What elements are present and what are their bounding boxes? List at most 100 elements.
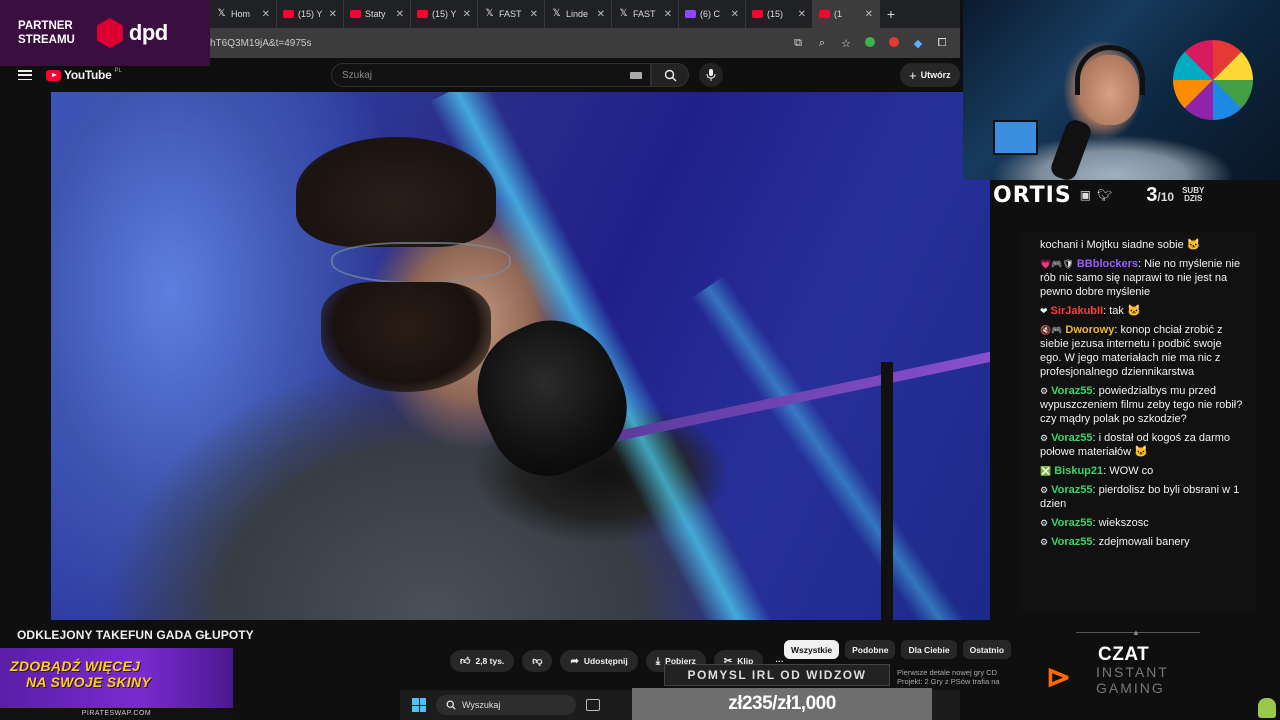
browser-tab[interactable]: 𝕏 Linde ✕	[545, 0, 612, 28]
chat-message: 💗🎮🛡 BBblockers: Nie no myślenie nie rób n…	[1040, 257, 1246, 299]
social-icons: ▣ 🐦︎	[1080, 188, 1113, 202]
dislike-button[interactable]: 👎︎	[522, 650, 553, 672]
android-icon	[1258, 698, 1276, 718]
browser-tab[interactable]: (1 ✕	[813, 0, 880, 28]
browser-tab[interactable]: (15) Y ✕	[411, 0, 478, 28]
close-tab-icon[interactable]: ✕	[463, 9, 471, 20]
chat-badge-icon: ⚙	[1040, 518, 1049, 528]
taskbar-search[interactable]: Wyszukaj	[436, 695, 576, 715]
browser-tab-label: Hom	[231, 9, 251, 19]
webcam-microphone	[1048, 117, 1094, 180]
close-tab-icon[interactable]: ✕	[664, 9, 672, 20]
task-view-icon[interactable]	[586, 699, 600, 711]
chat-username[interactable]: BBblockers	[1077, 258, 1138, 270]
zoom-icon[interactable]: ⌕	[816, 37, 828, 50]
filter-chip[interactable]: Ostatnio	[962, 640, 1012, 659]
chat-badge-icon: ❤	[1040, 306, 1048, 316]
browser-tab[interactable]: (15) Y ✕	[277, 0, 344, 28]
browser-tab-label: FAST	[499, 9, 522, 19]
dpd-cube-icon	[96, 18, 123, 48]
install-app-icon[interactable]: ⧉	[792, 37, 804, 50]
share-button[interactable]: ➦ Udostępnij	[560, 650, 638, 672]
chat-username[interactable]: Voraz55	[1051, 536, 1092, 548]
browser-tab-label: (15) Y	[432, 9, 457, 19]
chat-username[interactable]: Voraz55	[1051, 432, 1092, 444]
browser-tab-label: FAST	[633, 9, 656, 19]
browser-tab[interactable]: 𝕏 Hom ✕	[210, 0, 277, 28]
chat-message: ⚙ Voraz55: i dostał od kogoś za darmo poł…	[1040, 431, 1246, 459]
chat-username[interactable]: Voraz55	[1051, 385, 1092, 397]
close-tab-icon[interactable]: ✕	[530, 9, 538, 20]
chat-username[interactable]: Voraz55	[1051, 517, 1092, 529]
recommendation-chips: Wszystkie Podobne Dla Ciebie Ostatnio	[784, 640, 1012, 659]
filter-chip[interactable]: Wszystkie	[784, 640, 840, 659]
browser-tab[interactable]: (6) C ✕	[679, 0, 746, 28]
windows-start-icon[interactable]	[412, 698, 426, 712]
microphone-icon	[706, 69, 716, 81]
browser-tab-label: Staty	[365, 9, 386, 19]
close-tab-icon[interactable]: ✕	[396, 9, 404, 20]
extension-gem-icon[interactable]: ◆	[912, 37, 924, 50]
pirateswap-promo: ZDOBĄDŹ WIĘCEJ NA SWOJE SKINY PIRATESWAP…	[0, 648, 233, 720]
extension-record-icon[interactable]	[888, 36, 900, 50]
thumbs-up-icon: 👍︎	[460, 656, 471, 667]
chat-username[interactable]: SirJakubII	[1051, 305, 1104, 317]
subs-counter: 3/10	[1146, 184, 1174, 207]
close-tab-icon[interactable]: ✕	[798, 9, 806, 20]
share-icon: ➦	[570, 655, 579, 667]
create-button[interactable]: + Utwórz	[900, 63, 960, 87]
chat-logo-brand-line1: INSTANT	[1096, 664, 1169, 680]
chat-username[interactable]: Voraz55	[1051, 484, 1092, 496]
background-monitor	[993, 120, 1038, 155]
youtube-logo[interactable]: YouTube PL	[46, 68, 122, 82]
browser-tab-label: (15)	[767, 9, 784, 19]
filter-chip[interactable]: Dla Ciebie	[901, 640, 957, 659]
url-field[interactable]: hT6Q3M19jA&t=4975s	[210, 38, 792, 49]
caret-up-icon: ▲	[1132, 628, 1140, 637]
twitch-icon: ▣	[1079, 188, 1092, 202]
youtube-play-icon	[46, 69, 61, 81]
browser-tab-label: (1	[834, 9, 843, 19]
chat-badge-icon: 💗🎮🛡	[1040, 259, 1074, 269]
voice-search-button[interactable]	[699, 63, 723, 87]
chat-username[interactable]: Dworowy	[1065, 324, 1114, 336]
chat-message: 🔇🎮 Dworowy: konop chciał zrobić z siebie …	[1040, 323, 1246, 379]
browser-tab[interactable]: 𝕏 FAST ✕	[612, 0, 679, 28]
keyboard-icon[interactable]	[630, 72, 642, 79]
chat-badge-icon: ⚙	[1040, 485, 1049, 495]
browser-tab-label: (6) C	[700, 9, 720, 19]
chat-text: zdejmowali banery	[1098, 536, 1190, 548]
partner-line1: PARTNER	[18, 20, 73, 32]
chat-logo-title: CZAT	[1098, 644, 1150, 665]
extension-shield-icon[interactable]	[864, 36, 876, 50]
webcam-feed	[963, 0, 1280, 180]
close-tab-icon[interactable]: ✕	[597, 9, 605, 20]
search-input[interactable]: Szukaj	[331, 63, 651, 87]
close-tab-icon[interactable]: ✕	[262, 9, 270, 20]
browser-tab[interactable]: (15) ✕	[746, 0, 813, 28]
search-button[interactable]	[651, 63, 689, 87]
close-tab-icon[interactable]: ✕	[865, 9, 873, 20]
person-hair	[296, 137, 496, 247]
chat-badge-icon: ⚙	[1040, 433, 1049, 443]
video-player[interactable]	[51, 92, 990, 620]
x-favicon-icon: 𝕏	[619, 8, 628, 19]
chat-message: ⚙ Voraz55: pierdolisz bo byli obsrani w 1…	[1040, 483, 1246, 511]
promo-line2: NA SWOJE SKINY	[26, 674, 152, 690]
close-tab-icon[interactable]: ✕	[731, 9, 739, 20]
chat-username[interactable]: Biskup21	[1054, 465, 1103, 477]
like-count: 2,8 tys.	[475, 656, 505, 666]
browser-tab[interactable]: 𝕏 FAST ✕	[478, 0, 545, 28]
search-icon	[446, 700, 456, 710]
browser-tab[interactable]: Staty ✕	[344, 0, 411, 28]
bookmark-star-icon[interactable]: ☆	[840, 37, 852, 50]
headset	[1075, 45, 1145, 95]
instant-gaming-chat-logo: ▲ ⊳ CZAT INSTANT GAMING	[1046, 628, 1246, 700]
filter-chip[interactable]: Podobne	[845, 640, 896, 659]
extensions-puzzle-icon[interactable]: ⧠	[936, 37, 948, 50]
new-tab-button[interactable]: +	[880, 6, 902, 22]
like-button[interactable]: 👍︎ 2,8 tys.	[450, 650, 515, 672]
subs-label-line2: DZIS	[1184, 194, 1203, 203]
close-tab-icon[interactable]: ✕	[329, 9, 337, 20]
hamburger-menu-icon[interactable]	[18, 70, 32, 80]
